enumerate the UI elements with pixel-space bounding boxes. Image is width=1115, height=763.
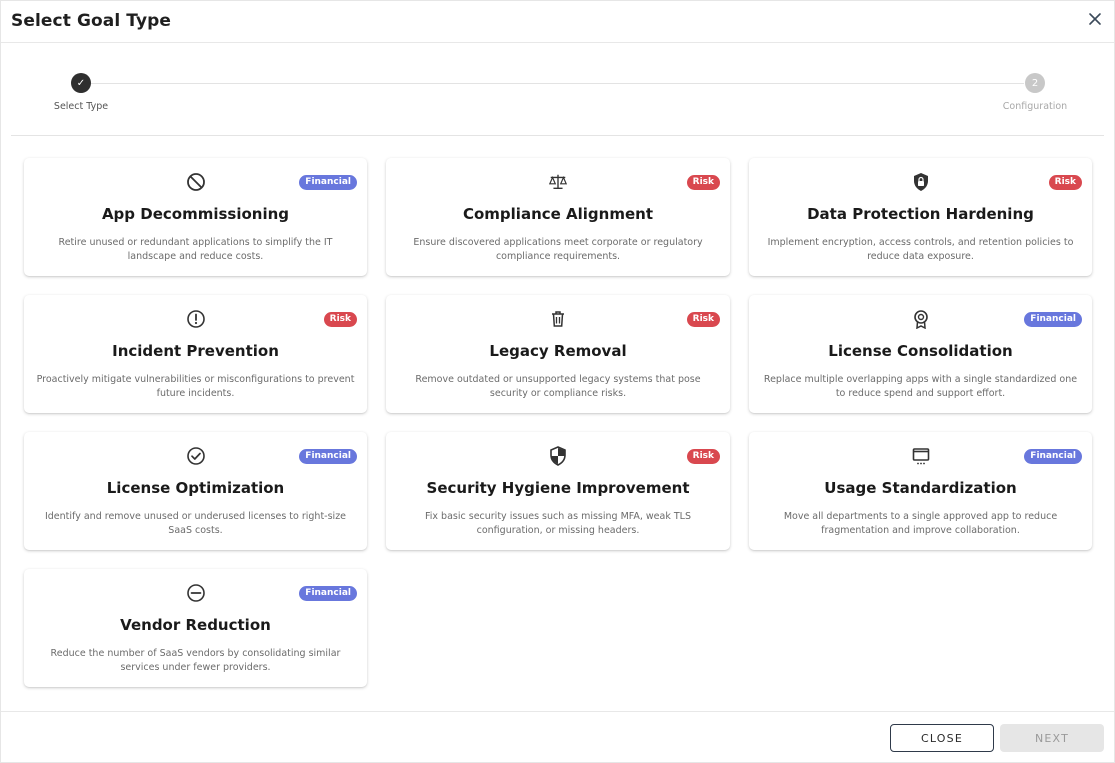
check-circle-icon: [186, 446, 206, 466]
goal-card-legacy-removal[interactable]: Risk Legacy Removal Remove outdated or u…: [386, 295, 730, 413]
goal-card-description: Implement encryption, access controls, a…: [767, 237, 1074, 262]
goal-card-description: Reduce the number of SaaS vendors by con…: [50, 648, 341, 673]
goal-card-description: Retire unused or redundant applications …: [58, 237, 333, 262]
step-select-type: ✓ Select Type: [21, 73, 141, 112]
financial-badge: Financial: [1024, 312, 1082, 327]
goal-card-license-optimization[interactable]: Financial License Optimization Identify …: [24, 432, 367, 550]
goal-card-title: Security Hygiene Improvement: [426, 479, 690, 497]
minus-circle-icon: [186, 583, 206, 603]
risk-badge: Risk: [686, 449, 720, 464]
ban-icon: [186, 172, 206, 192]
goal-card-description: Replace multiple overlapping apps with a…: [763, 374, 1078, 399]
financial-badge: Financial: [299, 175, 357, 190]
step-label: Select Type: [53, 101, 109, 112]
risk-badge: Risk: [1048, 175, 1082, 190]
goal-card-title: License Optimization: [106, 479, 285, 497]
close-button[interactable]: CLOSE: [890, 724, 994, 752]
goal-card-title: Data Protection Hardening: [807, 205, 1034, 223]
stepper-connector: [91, 83, 1024, 84]
goal-card-description: Fix basic security issues such as missin…: [425, 511, 691, 536]
risk-badge: Risk: [686, 175, 720, 190]
dialog-header: Select Goal Type: [1, 1, 1114, 43]
shield-lock-icon: [911, 172, 931, 192]
dialog-footer: CLOSE NEXT: [1, 711, 1114, 763]
financial-badge: Financial: [299, 586, 357, 601]
financial-badge: Financial: [299, 449, 357, 464]
goal-card-description: Proactively mitigate vulnerabilities or …: [36, 374, 355, 399]
goal-card-title: App Decommissioning: [101, 205, 290, 223]
award-icon: [911, 309, 931, 329]
trash-icon: [548, 309, 568, 329]
goal-card-security-hygiene-improvement[interactable]: Risk Security Hygiene Improvement Fix ba…: [386, 432, 730, 550]
close-icon[interactable]: [1086, 10, 1104, 28]
goal-card-title: License Consolidation: [828, 342, 1013, 360]
goal-card-description: Remove outdated or unsupported legacy sy…: [415, 374, 701, 399]
shield-half-icon: [548, 446, 568, 466]
monitor-icon: [911, 446, 931, 466]
goal-card-vendor-reduction[interactable]: Financial Vendor Reduction Reduce the nu…: [24, 569, 367, 687]
next-button[interactable]: NEXT: [1000, 724, 1104, 752]
goal-type-grid: Financial App Decommissioning Retire unu…: [24, 158, 1094, 687]
goal-card-title: Compliance Alignment: [462, 205, 653, 223]
goal-card-data-protection-hardening[interactable]: Risk Data Protection Hardening Implement…: [749, 158, 1092, 276]
goal-card-title: Incident Prevention: [112, 342, 279, 360]
goal-card-description: Identify and remove unused or underused …: [44, 511, 347, 536]
goal-card-description: Ensure discovered applications meet corp…: [413, 237, 703, 262]
select-goal-type-dialog: Select Goal Type ✓ Select Type 2 Configu…: [0, 0, 1115, 763]
goal-card-compliance-alignment[interactable]: Risk Compliance Alignment Ensure discove…: [386, 158, 730, 276]
risk-badge: Risk: [686, 312, 720, 327]
step-label: Configuration: [1002, 101, 1068, 112]
risk-badge: Risk: [323, 312, 357, 327]
goal-card-title: Legacy Removal: [489, 342, 627, 360]
goal-card-description: Move all departments to a single approve…: [783, 511, 1058, 536]
goal-card-title: Vendor Reduction: [120, 616, 271, 634]
dialog-title: Select Goal Type: [11, 11, 172, 31]
scale-icon: [548, 172, 568, 192]
step-number-marker: 2: [1025, 73, 1045, 93]
goal-card-license-consolidation[interactable]: Financial License Consolidation Replace …: [749, 295, 1092, 413]
stepper: ✓ Select Type 2 Configuration: [11, 43, 1104, 136]
financial-badge: Financial: [1024, 449, 1082, 464]
step-completed-marker: ✓: [71, 73, 91, 93]
goal-card-incident-prevention[interactable]: Risk Incident Prevention Proactively mit…: [24, 295, 367, 413]
goal-card-title: Usage Standardization: [824, 479, 1017, 497]
goal-card-usage-standardization[interactable]: Financial Usage Standardization Move all…: [749, 432, 1092, 550]
alert-circle-icon: [186, 309, 206, 329]
step-configuration: 2 Configuration: [975, 73, 1095, 112]
goal-card-app-decommissioning[interactable]: Financial App Decommissioning Retire unu…: [24, 158, 367, 276]
